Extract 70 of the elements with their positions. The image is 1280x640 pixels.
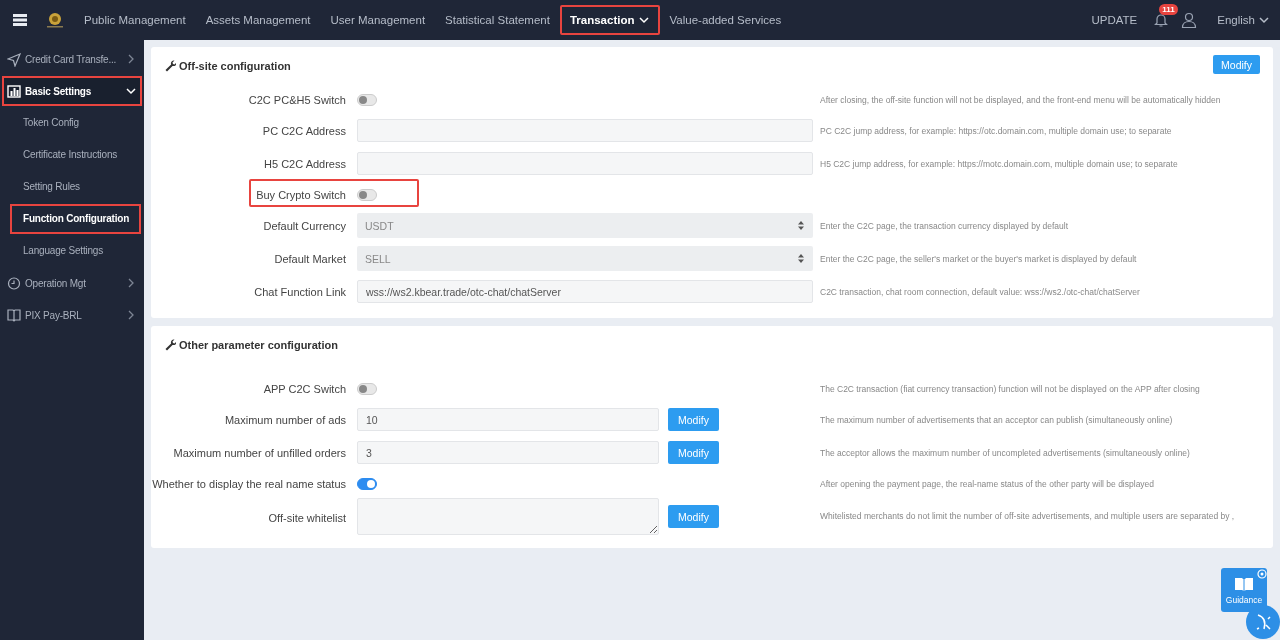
user-icon [1181,12,1198,28]
notification-badge: 111 [1159,4,1178,15]
help-text: H5 C2C jump address, for example: https://motc.domain.com, multiple domain use; to separate [820,158,1178,169]
field-label: Buy Crypto Switch [255,187,347,203]
pointer-icon [1246,605,1280,639]
field-label: Off-site whitelist [267,511,347,526]
field-label: APP C2C Switch [262,381,347,397]
caret-icon [1258,14,1270,26]
language-menu[interactable]: English [1217,14,1270,26]
nav-tab[interactable]: Value-added Services [659,5,792,35]
logo-icon [44,12,66,28]
close-icon [1257,569,1267,579]
book-icon [7,307,21,323]
help-text: PC C2C jump address, for example: https://otc.domain.com, multiple domain use; to separate [820,125,1172,136]
help-text: C2C transaction, chat room connection, default value: wss://ws2./otc-chat/chatServer [820,286,1140,297]
sidebar-item[interactable]: Operation Mgt [2,268,142,298]
field-label: Default Currency [262,218,347,234]
help-text: Enter the C2C page, the seller's market or the buyer's market is displayed by default [820,253,1137,264]
book-icon [1234,575,1254,591]
toggle-switch[interactable] [357,382,377,395]
help-text: The acceptor allows the maximum number of uncompleted advertisements (simultaneously online) [820,447,1190,458]
sidebar-item[interactable]: Basic Settings [2,76,142,106]
help-text: Enter the C2C page, the transaction currency displayed by default [820,220,1069,231]
field-label: Whether to display the real name status [151,476,347,492]
clock-icon [7,275,21,291]
caret-icon [637,14,650,26]
send-icon [7,51,21,67]
nav-tab[interactable]: Public Management [74,5,196,35]
sort-icon [797,220,805,231]
help-text: The C2C transaction (fiat currency transaction) function will not be displayed on the APP after closing [820,383,1200,394]
sidebar-item[interactable]: PIX Pay-BRL [2,300,142,330]
chart-icon [7,83,21,99]
input-field[interactable]: 3 [357,441,659,464]
menu-icon [12,13,28,27]
input-field[interactable]: 10 [357,408,659,431]
help-text: The maximum number of advertisements that an acceptor can publish (simultaneously online) [820,414,1173,425]
nav-tab[interactable]: User Management [320,5,436,35]
input-field[interactable] [357,119,813,142]
field-label: Default Market [273,251,347,267]
field-label: Maximum number of unfilled orders [172,445,347,461]
sidebar-subitem[interactable]: Certificate Instructions [10,140,141,170]
sidebar-subitem[interactable]: Function Configuration [10,204,141,234]
update-link[interactable]: UPDATE [1091,14,1138,26]
wrench-icon [164,338,176,351]
field-label: Maximum number of ads [223,412,347,428]
caret-icon [125,85,137,97]
nav-tab[interactable]: Assets Management [195,5,321,35]
field-label: C2C PC&H5 Switch [247,92,347,108]
sort-icon [797,253,805,264]
help-text: After opening the payment page, the real-name status of the other party will be displayed [820,478,1155,489]
sidebar-subitem[interactable]: Token Config [10,108,141,138]
wrench-icon [164,59,176,72]
nav-tab[interactable]: Transaction [559,5,660,35]
help-text: Whitelisted merchants do not limit the number of off-site advertisements, and multiple users are separated by , [820,511,1235,521]
section-title: Off-site configuration [164,59,291,72]
sidebar-subitem[interactable]: Language Settings [10,236,141,266]
toggle-switch[interactable] [357,93,377,106]
sidebar-subitem[interactable]: Setting Rules [10,172,141,202]
input-field[interactable] [357,152,813,175]
field-label: Chat Function Link [253,284,347,300]
help-text: After closing, the off-site function will not be displayed, and the front-end menu will be automatically hidden [820,94,1221,105]
nav-tab[interactable]: Statistical Statement [435,5,560,35]
toggle-switch[interactable] [357,188,377,201]
field-label: PC C2C Address [261,123,347,139]
input-field[interactable]: wss://ws2.kbear.trade/otc-chat/chatServer [357,280,813,303]
toggle-switch[interactable] [357,477,377,490]
bell-icon [1153,12,1170,28]
section-title: Other parameter configuration [164,338,338,351]
sidebar-item[interactable]: Credit Card Transfe... [2,44,142,74]
field-label: H5 C2C Address [263,156,347,172]
